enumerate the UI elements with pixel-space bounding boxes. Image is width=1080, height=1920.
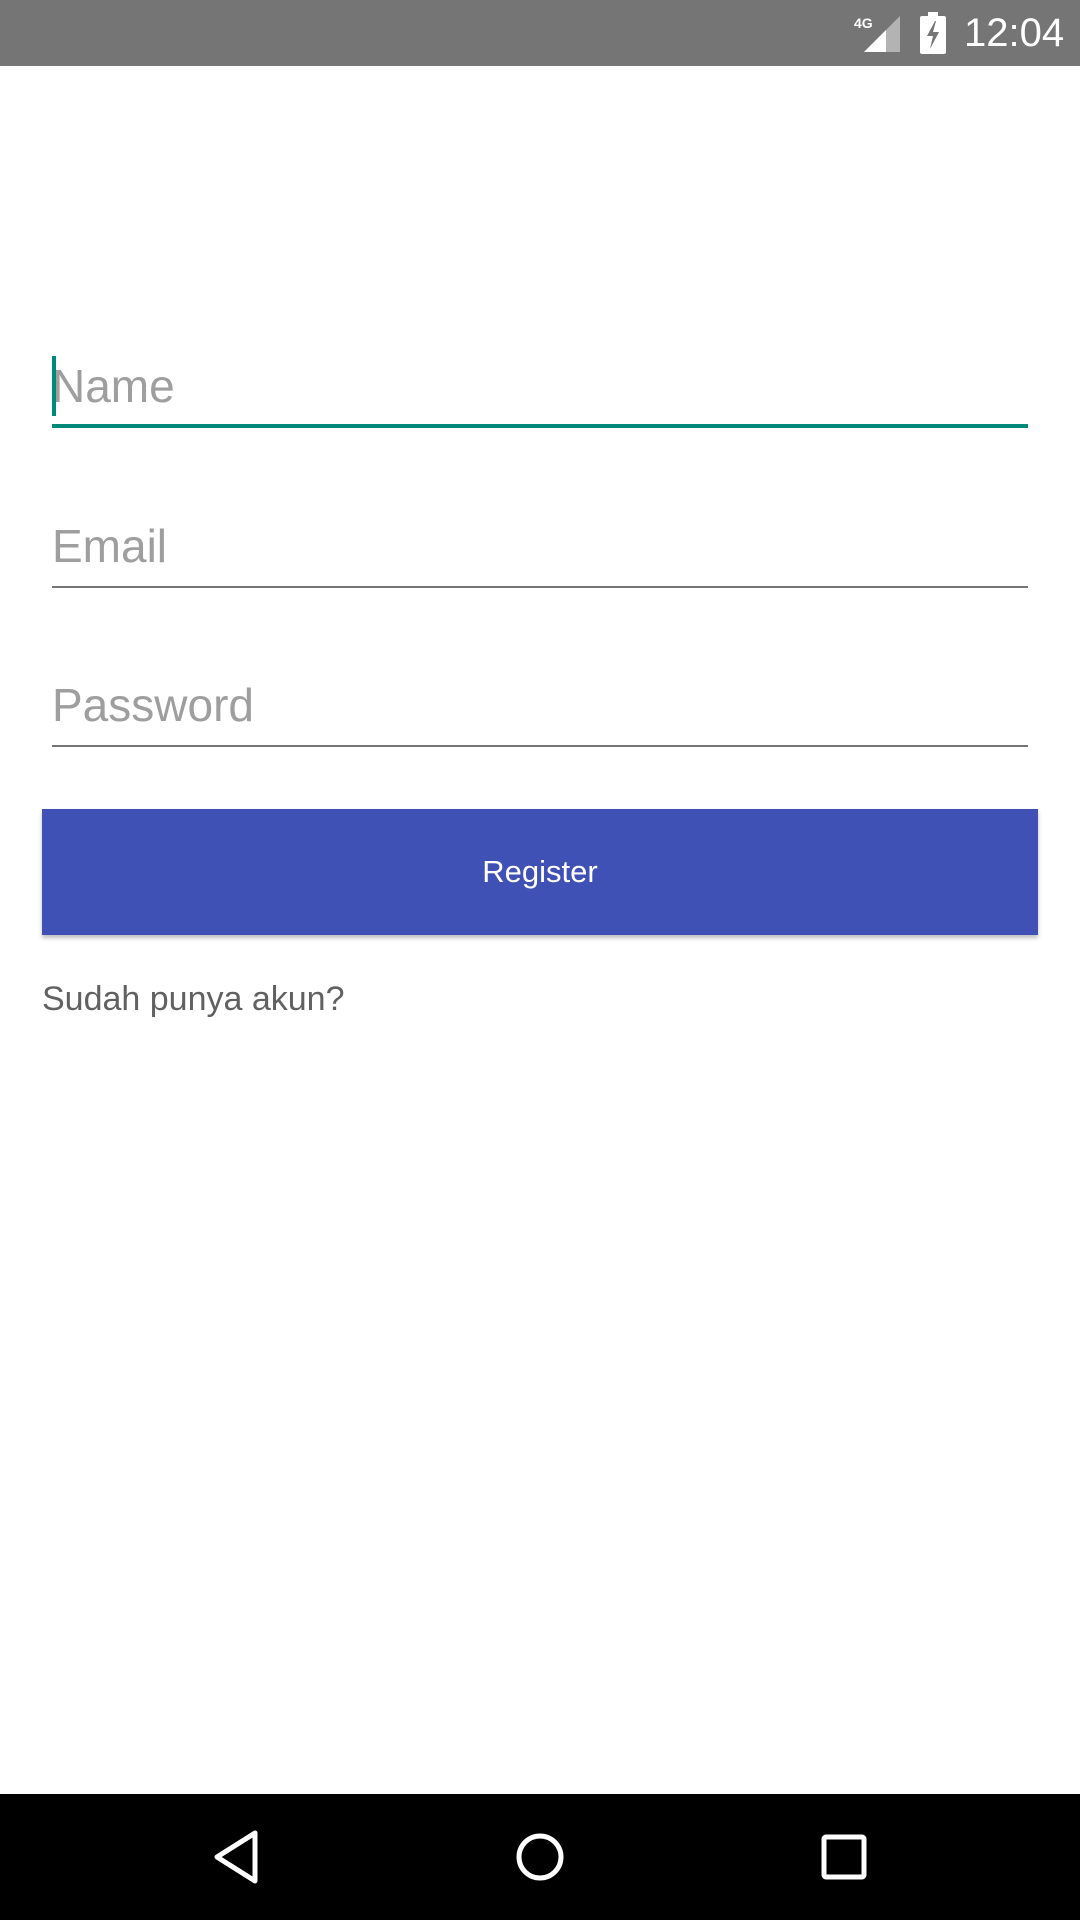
home-icon xyxy=(516,1833,564,1881)
password-underline xyxy=(52,745,1028,747)
email-field-container xyxy=(52,508,1028,588)
name-field-container xyxy=(52,348,1028,428)
register-screen: 4G 12:04 Register Sudah punya akun? xyxy=(0,0,1080,1920)
recents-icon xyxy=(821,1834,867,1880)
battery-charging-icon xyxy=(920,12,946,54)
text-cursor xyxy=(52,356,56,416)
login-link[interactable]: Sudah punya akun? xyxy=(42,980,344,1019)
name-underline xyxy=(52,424,1028,428)
navigation-bar xyxy=(0,1794,1080,1920)
password-field-container xyxy=(52,667,1028,747)
email-underline xyxy=(52,586,1028,588)
status-time: 12:04 xyxy=(964,11,1065,55)
status-bar: 4G 12:04 xyxy=(0,0,1080,66)
back-icon xyxy=(214,1830,258,1884)
home-button[interactable] xyxy=(500,1817,580,1897)
password-input[interactable] xyxy=(52,667,1028,743)
email-input[interactable] xyxy=(52,508,1028,584)
network-label: 4G xyxy=(854,15,873,31)
back-button[interactable] xyxy=(196,1817,276,1897)
recents-button[interactable] xyxy=(804,1817,884,1897)
register-button[interactable]: Register xyxy=(42,809,1038,935)
name-input[interactable] xyxy=(52,348,1028,424)
signal-4g-icon: 4G xyxy=(854,15,900,52)
